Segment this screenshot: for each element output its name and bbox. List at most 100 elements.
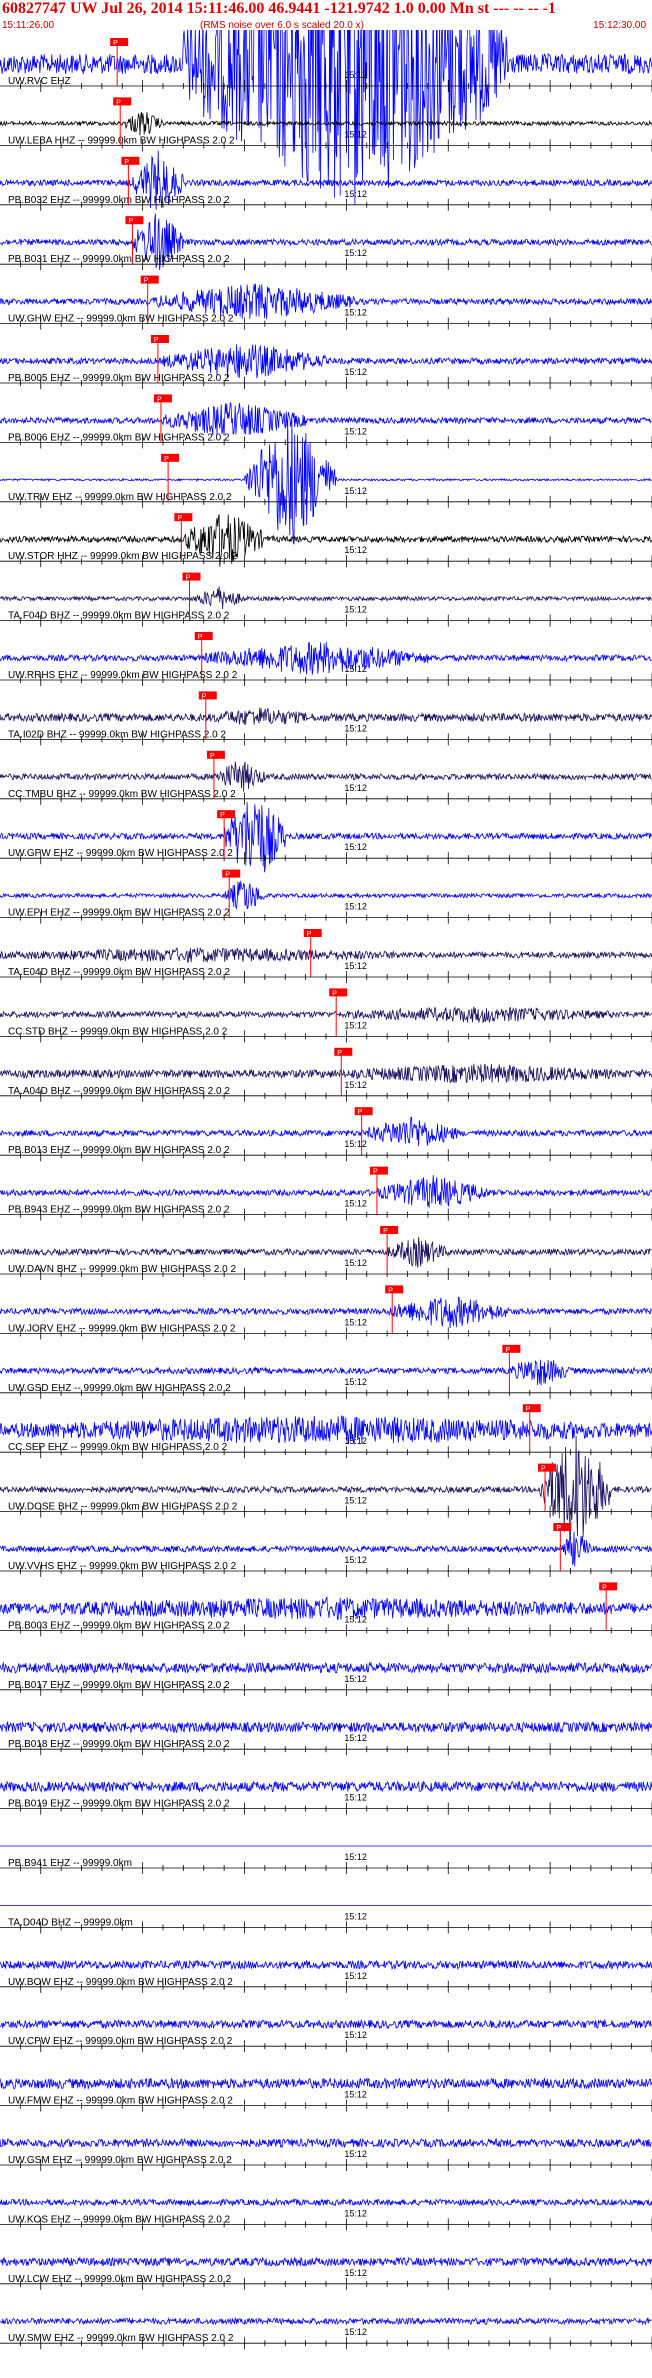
station-label: UW.RVC EHZ xyxy=(8,76,71,87)
waveform-trace xyxy=(0,1175,652,1208)
minute-mark-label: 15:12 xyxy=(344,1674,367,1684)
minute-mark-label: 15:12 xyxy=(344,1258,367,1268)
pick-label: P xyxy=(210,753,215,760)
pick-label: P xyxy=(202,693,207,700)
waveform-trace xyxy=(0,2077,652,2090)
station-label: UW.GHW EHZ -- 99999.0km BW HIGHPASS 2.0 … xyxy=(8,314,234,325)
station-label: UW.EPH EHZ -- 99999.0km BW HIGHPASS 2.0 … xyxy=(8,908,230,919)
waveform-trace xyxy=(0,1359,652,1386)
waveform-trace xyxy=(0,947,652,963)
station-label: CC.STD BHZ -- 99999.0km BW HIGHPASS 2.0 … xyxy=(8,1026,228,1037)
minute-mark-label: 15:12 xyxy=(344,1436,367,1446)
waveform-trace xyxy=(0,1959,652,1971)
minute-mark-label: 15:12 xyxy=(344,426,367,436)
station-label: TA.D04D BHZ -- 99999.0km xyxy=(8,1917,133,1928)
station-label: UW.DOSE BHZ -- 99999.0km BW HIGHPASS 2.0… xyxy=(8,1502,238,1513)
station-label: UW.FMW EHZ -- 99999.0km BW HIGHPASS 2.0 … xyxy=(8,2096,233,2107)
pick-label: P xyxy=(128,218,133,225)
waveform-trace xyxy=(0,2256,652,2268)
pick-label: P xyxy=(157,396,162,403)
pick-label: P xyxy=(337,1050,342,1057)
pick-label: P xyxy=(602,1584,607,1591)
minute-mark-label: 15:12 xyxy=(344,1852,367,1862)
station-label: TA.E04D BHZ -- 99999.0km BW HIGHPASS 2.0… xyxy=(8,967,230,978)
waveform-trace xyxy=(0,707,652,725)
station-label: UW.RRHS EHZ -- 99999.0km BW HIGHPASS 2.0… xyxy=(8,670,238,681)
station-label: CC.SEP EHZ -- 99999.0km BW HIGHPASS 2.0 … xyxy=(8,1442,228,1453)
station-label: PB.B013 EHZ -- 99999.0km BW HIGHPASS 2.0… xyxy=(8,1145,230,1156)
pick-label: P xyxy=(116,99,121,106)
waveform-trace xyxy=(0,1006,652,1024)
pick-label: P xyxy=(164,456,169,463)
waveform-trace xyxy=(0,880,652,910)
minute-mark-label: 15:12 xyxy=(344,605,367,615)
page-title: 60827747 UW Jul 26, 2014 15:11:46.00 46.… xyxy=(2,0,556,17)
station-label: UW.VVHS EHZ -- 99999.0km BW HIGHPASS 2.0… xyxy=(8,1561,237,1572)
minute-mark-label: 15:12 xyxy=(344,248,367,258)
minute-mark-label: 15:12 xyxy=(344,1733,367,1743)
minute-mark-label: 15:12 xyxy=(344,783,367,793)
waveform-trace xyxy=(0,1236,652,1268)
pick-label: P xyxy=(113,40,118,47)
minute-mark-label: 15:12 xyxy=(344,2030,367,2040)
pick-label: P xyxy=(154,337,159,344)
station-label: PB.B031 EHZ -- 99999.0km BW HIGHPASS 2.0… xyxy=(8,254,230,265)
station-label: UW.SMW EHZ -- 99999.0km BW HIGHPASS 2.0 … xyxy=(8,2333,234,2344)
station-label: PB.B019 EHZ -- 99999.0km BW HIGHPASS 2.0… xyxy=(8,1799,230,1810)
minute-mark-label: 15:12 xyxy=(344,842,367,852)
minute-mark-label: 15:12 xyxy=(344,1614,367,1624)
pick-label: P xyxy=(505,1347,510,1354)
station-label: UW.GPW EHZ -- 99999.0km BW HIGHPASS 2.0 … xyxy=(8,848,233,859)
pick-label: P xyxy=(307,931,312,938)
station-label: PB.B018 EHZ -- 99999.0km BW HIGHPASS 2.0… xyxy=(8,1739,230,1750)
pick-label: P xyxy=(198,634,203,641)
minute-mark-label: 15:12 xyxy=(344,189,367,199)
seismogram-chart: 15:12 UW.RVC EHZ P 15:12 UW.LEBA HHZ -- 9999… xyxy=(0,30,652,2350)
station-label: UW.BOW EHZ -- 99999.0km BW HIGHPASS 2.0 … xyxy=(8,1977,233,1988)
waveform-trace xyxy=(0,761,652,792)
waveform-trace xyxy=(0,30,652,205)
pick-label: P xyxy=(144,278,149,285)
station-label: UW.LCW EHZ -- 99999.0km BW HIGHPASS 2.0 … xyxy=(8,2274,232,2285)
minute-mark-label: 15:12 xyxy=(344,367,367,377)
station-label: PB.B941 EHZ -- 99999.0km xyxy=(8,1858,132,1869)
pick-label: P xyxy=(526,1406,531,1413)
station-label: UW.GSM EHZ -- 99999.0km BW HIGHPASS 2.0 … xyxy=(8,2155,232,2166)
pick-label: P xyxy=(388,1287,393,1294)
station-label: UW.STOR HHZ -- 99999.0km BW HIGHPASS 2.0… xyxy=(8,551,238,562)
pick-label: P xyxy=(225,872,230,879)
waveform-trace xyxy=(0,2137,652,2149)
minute-mark-label: 15:12 xyxy=(344,902,367,912)
minute-mark-label: 15:12 xyxy=(344,1496,367,1506)
minute-mark-label: 15:12 xyxy=(344,2090,367,2100)
minute-mark-label: 15:12 xyxy=(344,1317,367,1327)
waveform-trace xyxy=(0,1063,652,1084)
station-label: TA.A04D BHZ -- 99999.0km BW HIGHPASS 2.0… xyxy=(8,1086,230,1097)
waveform-trace xyxy=(0,801,652,873)
station-label: UW.TRW EHZ -- 99999.0km BW HIGHPASS 2.0 … xyxy=(8,492,232,503)
minute-mark-label: 15:12 xyxy=(344,70,367,80)
minute-mark-label: 15:12 xyxy=(344,1971,367,1981)
waveform-trace xyxy=(0,2018,652,2030)
station-label: TA.I02D BHZ -- 99999.0km BW HIGHPASS 2.0… xyxy=(8,729,226,740)
station-label: UW.CPW EHZ -- 99999.0km BW HIGHPASS 2.0 … xyxy=(8,2036,233,2047)
pick-label: P xyxy=(358,1109,363,1116)
pick-label: P xyxy=(124,159,129,166)
station-label: UW.JORV EHZ -- 99999.0km BW HIGHPASS 2.0… xyxy=(8,1323,236,1334)
station-label: PB.B006 EHZ -- 99999.0km BW HIGHPASS 2.0… xyxy=(8,432,230,443)
waveform-trace xyxy=(0,1661,652,1675)
station-label: UW.KOS EHZ -- 99999.0km BW HIGHPASS 2.0 … xyxy=(8,2214,231,2225)
minute-mark-label: 15:12 xyxy=(344,723,367,733)
station-label: PB.B003 EHZ -- 99999.0km BW HIGHPASS 2.0… xyxy=(8,1620,230,1631)
station-label: UW.GSD EHZ -- 99999.0km BW HIGHPASS 2.0 … xyxy=(8,1383,231,1394)
minute-mark-label: 15:12 xyxy=(344,1020,367,1030)
pick-label: P xyxy=(556,1525,561,1532)
station-label: PB.B005 EHZ -- 99999.0km BW HIGHPASS 2.0… xyxy=(8,373,230,384)
pick-label: P xyxy=(541,1466,546,1473)
minute-mark-label: 15:12 xyxy=(344,1199,367,1209)
station-label: PB.B943 EHZ -- 99999.0km BW HIGHPASS 2.0… xyxy=(8,1205,230,1216)
pick-label: P xyxy=(177,515,182,522)
station-label: UW.DAVN BHZ -- 99999.0km BW HIGHPASS 2.0… xyxy=(8,1264,236,1275)
minute-mark-label: 15:12 xyxy=(344,2208,367,2218)
waveform-trace xyxy=(0,2197,652,2207)
